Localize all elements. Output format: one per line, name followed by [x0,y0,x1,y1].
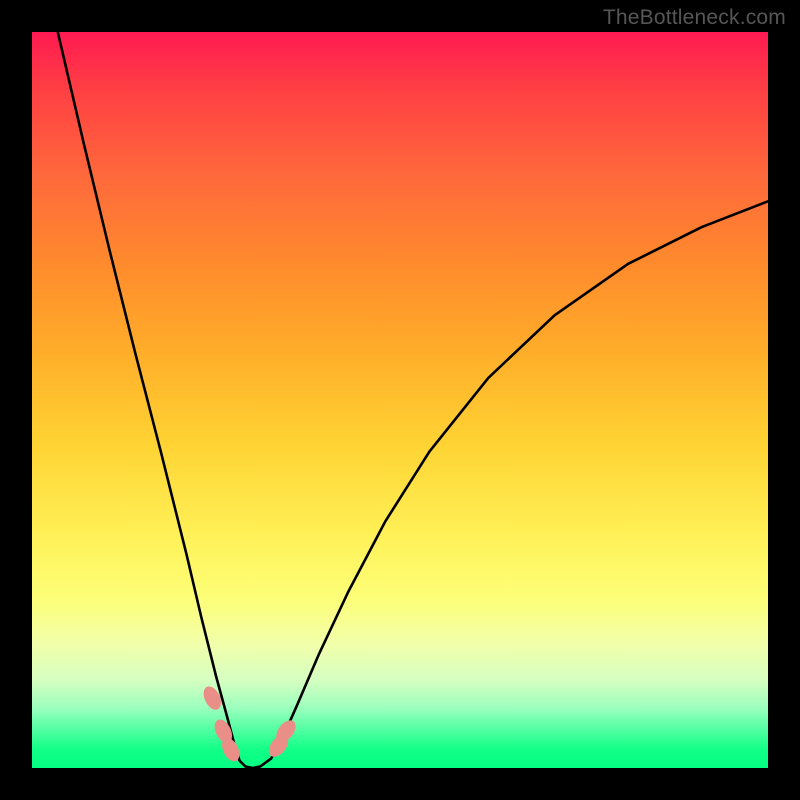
bottleneck-curve [58,32,768,768]
plot-area [32,32,768,768]
chart-svg [32,32,768,768]
watermark-label: TheBottleneck.com [603,6,786,30]
marker-group [200,684,299,765]
curve-group [58,32,768,768]
chart-frame: TheBottleneck.com [0,0,800,800]
